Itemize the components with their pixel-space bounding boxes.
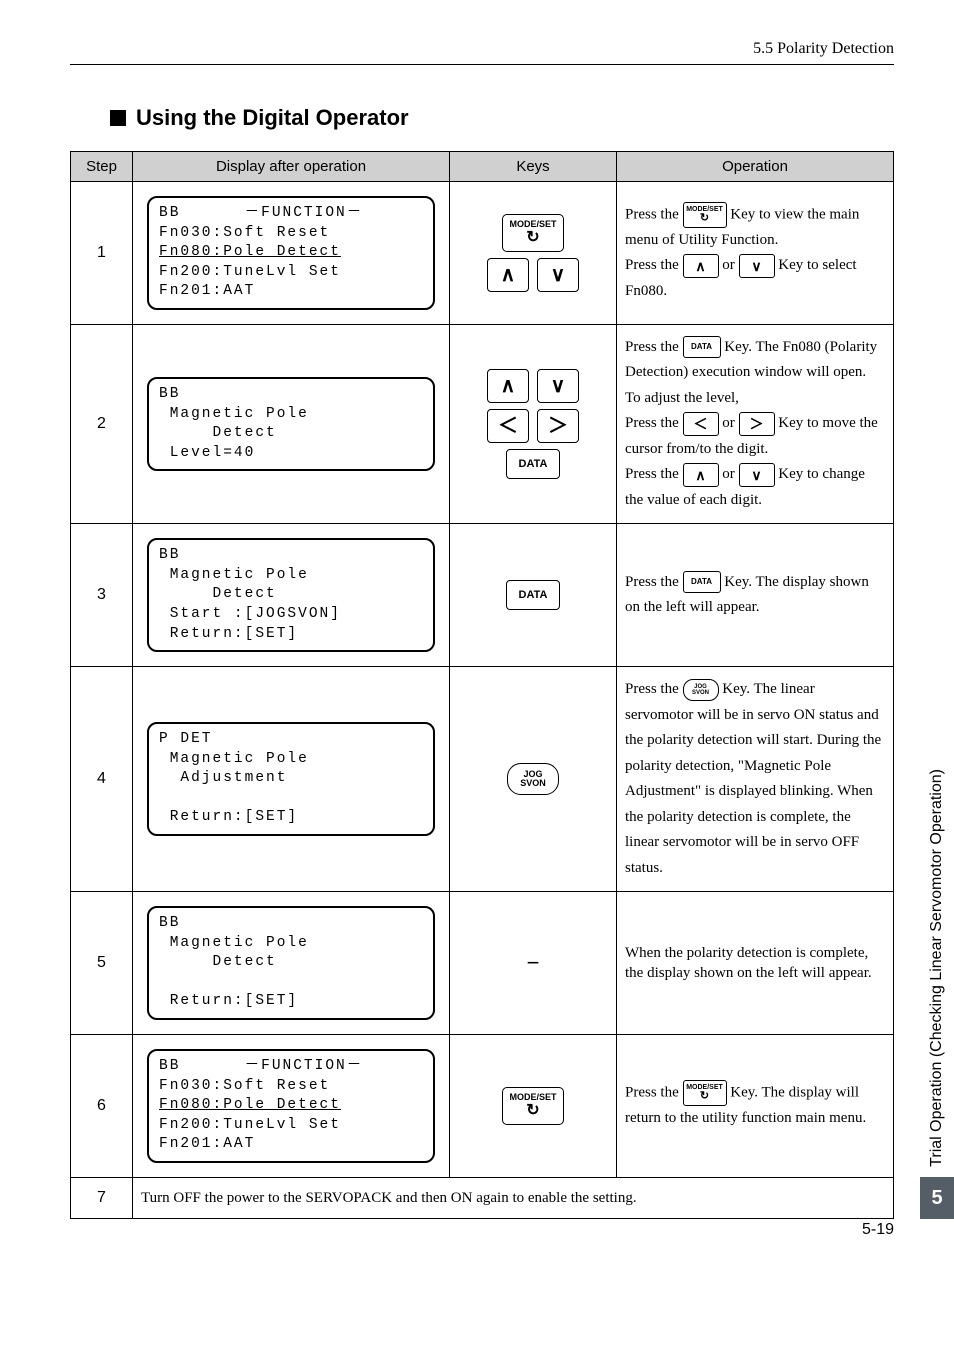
step-num: 5 <box>71 892 133 1035</box>
op-text: Key. The linear servomotor will be in se… <box>625 681 881 876</box>
step-num: 4 <box>71 667 133 892</box>
op-text: or <box>722 257 738 273</box>
op-text: or <box>722 466 738 482</box>
lcd-display: P DET Magnetic Pole Adjustment Return:[S… <box>147 722 435 836</box>
side-tab-number: 5 <box>920 1177 954 1219</box>
data-key-icon: DATA <box>506 580 560 610</box>
bullet-icon <box>110 110 126 126</box>
op-text: When the polarity detection is complete,… <box>625 945 872 981</box>
section-title-text: Using the Digital Operator <box>136 105 409 131</box>
op-text: To adjust the level, <box>625 386 885 412</box>
lcd-display: BB Magnetic Pole Detect Level=40 <box>147 377 435 471</box>
op-text: Press the <box>625 339 683 355</box>
op-text: Press the <box>625 681 683 697</box>
table-row: 2 BB Magnetic Pole Detect Level=40 ∧ ∨ ＜… <box>71 324 894 524</box>
operation-table: Step Display after operation Keys Operat… <box>70 151 894 1219</box>
step-num: 1 <box>71 182 133 325</box>
table-row: 3 BB Magnetic Pole Detect Start :[JOGSVO… <box>71 524 894 667</box>
step-num: 6 <box>71 1034 133 1177</box>
step-num: 7 <box>71 1177 133 1218</box>
step-num: 3 <box>71 524 133 667</box>
th-step: Step <box>71 152 133 182</box>
loop-arrow-icon: ↻ <box>526 1103 539 1119</box>
op-text: Press the <box>625 206 683 222</box>
jog-svon-key-icon: JOGSVON <box>683 679 719 701</box>
right-key-icon: ＞ <box>739 412 775 436</box>
lcd-display: BB －FUNCTION－ Fn030:Soft Reset Fn080:Pol… <box>147 196 435 310</box>
left-key-icon: ＜ <box>683 412 719 436</box>
down-key-icon: ∨ <box>739 254 775 278</box>
lcd-display: BB －FUNCTION－ Fn030:Soft Reset Fn080:Pol… <box>147 1049 435 1163</box>
op-text: Press the <box>625 574 683 590</box>
table-row: 4 P DET Magnetic Pole Adjustment Return:… <box>71 667 894 892</box>
up-key-icon: ∧ <box>683 463 719 487</box>
down-key-icon: ∨ <box>537 369 579 403</box>
right-key-icon: ＞ <box>537 409 579 443</box>
down-key-icon: ∨ <box>739 463 775 487</box>
lcd-display: BB Magnetic Pole Detect Return:[SET] <box>147 906 435 1020</box>
jog-svon-key-icon: JOGSVON <box>507 763 559 795</box>
data-key-icon: DATA <box>683 571 721 593</box>
side-tab-text: Trial Operation (Checking Linear Servomo… <box>928 769 946 1167</box>
no-key-dash: − <box>527 950 540 975</box>
side-tab: Trial Operation (Checking Linear Servomo… <box>920 769 954 1219</box>
th-operation: Operation <box>617 152 894 182</box>
modeset-key-icon: MODE/SET ↻ <box>502 214 564 252</box>
section-title: Using the Digital Operator <box>70 105 894 131</box>
table-row: 6 BB －FUNCTION－ Fn030:Soft Reset Fn080:P… <box>71 1034 894 1177</box>
table-row: 1 BB －FUNCTION－ Fn030:Soft Reset Fn080:P… <box>71 182 894 325</box>
page-header: 5.5 Polarity Detection <box>70 40 894 65</box>
table-row: 5 BB Magnetic Pole Detect Return:[SET] −… <box>71 892 894 1035</box>
op-text: Turn OFF the power to the SERVOPACK and … <box>133 1177 894 1218</box>
table-row: 7 Turn OFF the power to the SERVOPACK an… <box>71 1177 894 1218</box>
step-num: 2 <box>71 324 133 524</box>
op-text: Press the <box>625 257 683 273</box>
left-key-icon: ＜ <box>487 409 529 443</box>
up-key-icon: ∧ <box>683 254 719 278</box>
modeset-key-icon: MODE/SET↻ <box>683 1080 727 1106</box>
up-key-icon: ∧ <box>487 369 529 403</box>
modeset-key-icon: MODE/SET ↻ <box>502 1087 564 1125</box>
th-display: Display after operation <box>133 152 450 182</box>
data-key-icon: DATA <box>683 336 721 358</box>
modeset-key-icon: MODE/SET↻ <box>683 202 727 228</box>
down-key-icon: ∨ <box>537 258 579 292</box>
op-text: or <box>722 415 738 431</box>
lcd-display: BB Magnetic Pole Detect Start :[JOGSVON]… <box>147 538 435 652</box>
up-key-icon: ∧ <box>487 258 529 292</box>
op-text: Press the <box>625 1085 683 1101</box>
op-text: Press the <box>625 415 683 431</box>
th-keys: Keys <box>450 152 617 182</box>
page-number: 5-19 <box>862 1221 894 1239</box>
data-key-icon: DATA <box>506 449 560 479</box>
op-text: Press the <box>625 466 683 482</box>
loop-arrow-icon: ↻ <box>526 230 539 246</box>
